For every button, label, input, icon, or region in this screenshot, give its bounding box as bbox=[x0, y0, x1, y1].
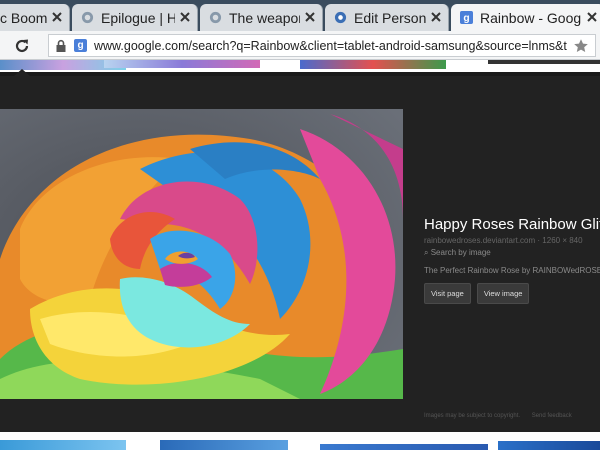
search-by-image-label: Search by image bbox=[430, 248, 491, 257]
source-domain[interactable]: rainbowedroses.deviantart.com bbox=[424, 236, 535, 245]
address-bar[interactable]: g www.google.com/search?q=Rainbow&client… bbox=[48, 34, 596, 57]
thumbnail-row-top bbox=[0, 60, 600, 72]
google-icon: g bbox=[459, 11, 473, 25]
page-icon bbox=[333, 11, 347, 25]
tab-1[interactable]: c Boom bbox=[0, 4, 70, 31]
close-icon[interactable] bbox=[51, 11, 63, 23]
reload-icon[interactable] bbox=[12, 36, 32, 56]
close-icon[interactable] bbox=[179, 11, 191, 23]
lock-icon bbox=[56, 39, 66, 52]
thumbnail[interactable] bbox=[320, 444, 488, 450]
browser-toolbar: g www.google.com/search?q=Rainbow&client… bbox=[0, 31, 600, 60]
page-icon bbox=[80, 11, 94, 25]
url-text[interactable]: www.google.com/search?q=Rainbow&client=t… bbox=[94, 39, 567, 53]
tab-1-title: c Boom bbox=[0, 9, 47, 26]
tab-5-active[interactable]: g Rainbow - Google bbox=[451, 4, 600, 31]
image-dimensions: 1260 × 840 bbox=[542, 236, 583, 245]
visit-page-button[interactable]: Visit page bbox=[424, 283, 471, 304]
panel-footer: Images may be subject to copyright. Send… bbox=[424, 413, 582, 419]
image-title[interactable]: Happy Roses Rainbow Glitter bbox=[424, 216, 600, 233]
svg-text:g: g bbox=[463, 13, 469, 24]
image-preview-panel: Happy Roses Rainbow Glitter rainbowedros… bbox=[0, 69, 600, 432]
image-meta: rainbowedroses.deviantart.com · 1260 × 8… bbox=[424, 236, 600, 245]
send-feedback-link[interactable]: Send feedback bbox=[532, 413, 572, 419]
tab-3-title: The weapon bbox=[229, 9, 300, 26]
thumbnail[interactable] bbox=[0, 440, 126, 450]
tab-2[interactable]: Epilogue | Ha bbox=[72, 4, 198, 31]
thumbnail[interactable] bbox=[488, 60, 600, 64]
view-image-button[interactable]: View image bbox=[476, 283, 530, 304]
tab-4[interactable]: Edit Personal bbox=[325, 4, 449, 31]
thumbnail[interactable] bbox=[498, 441, 600, 450]
action-buttons: Visit page View image bbox=[424, 283, 600, 304]
search-icon: ⌕ bbox=[424, 248, 431, 257]
tab-strip: c Boom Epilogue | Ha The weapon Edit Per… bbox=[0, 0, 600, 31]
selection-pointer bbox=[14, 69, 30, 76]
rainbow-rose-image[interactable] bbox=[0, 109, 403, 399]
thumbnail[interactable] bbox=[104, 60, 260, 68]
search-by-image-link[interactable]: ⌕ Search by image bbox=[424, 248, 600, 258]
tab-3[interactable]: The weapon bbox=[200, 4, 323, 31]
tab-4-title: Edit Personal bbox=[354, 9, 426, 26]
thumbnail-row-bottom bbox=[0, 432, 600, 450]
close-icon[interactable] bbox=[304, 11, 316, 23]
close-icon[interactable] bbox=[430, 11, 442, 23]
close-icon[interactable] bbox=[586, 11, 598, 23]
google-icon: g bbox=[74, 39, 87, 52]
bookmark-star-icon[interactable] bbox=[573, 38, 589, 54]
tab-5-title: Rainbow - Google bbox=[480, 9, 582, 26]
image-description: The Perfect Rainbow Rose by RAINBOWedROS… bbox=[424, 266, 600, 275]
page-icon bbox=[208, 11, 222, 25]
copyright-note: Images may be subject to copyright. bbox=[424, 413, 521, 419]
thumbnail[interactable] bbox=[160, 440, 288, 450]
thumbnail[interactable] bbox=[300, 60, 446, 69]
tab-2-title: Epilogue | Ha bbox=[101, 9, 175, 26]
image-info: Happy Roses Rainbow Glitter rainbowedros… bbox=[424, 216, 600, 304]
